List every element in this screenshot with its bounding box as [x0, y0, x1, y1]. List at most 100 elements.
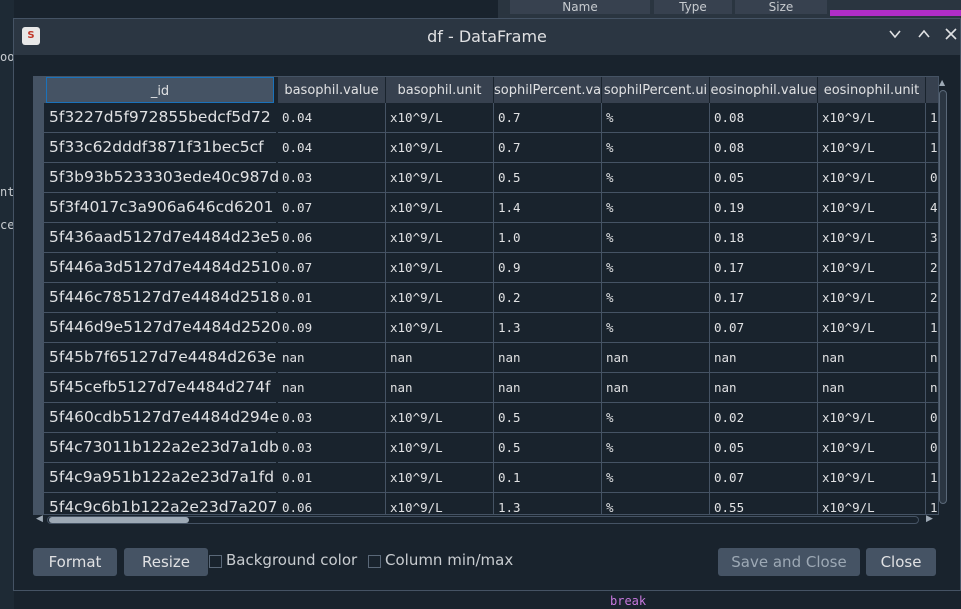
table-cell[interactable]: 0.03 — [278, 403, 386, 433]
table-cell[interactable]: 1.4 — [494, 193, 602, 223]
table-cell[interactable]: % — [602, 403, 710, 433]
table-cell[interactable]: 0.06 — [278, 493, 386, 514]
dataframe-table[interactable]: _id basophil.value basophil.unit sophilPer… — [33, 76, 939, 515]
table-cell[interactable]: 1.3 — [494, 313, 602, 343]
table-cell[interactable]: 0.05 — [710, 163, 818, 193]
index-row[interactable]: 5f45b7f65127d7e4484d263e — [34, 343, 276, 373]
table-cell[interactable]: x10^9/L — [818, 433, 926, 463]
scroll-up-icon[interactable]: ▲ — [939, 78, 945, 87]
table-cell[interactable]: nan — [494, 373, 602, 403]
table-cell[interactable]: nan — [386, 373, 494, 403]
row-header-stub[interactable] — [34, 373, 44, 402]
row-header-stub[interactable] — [34, 253, 44, 282]
table-cell[interactable]: % — [602, 313, 710, 343]
index-row[interactable]: 5f3b93b5233303ede40c987d — [34, 163, 279, 193]
table-cell[interactable]: 0.9 — [494, 253, 602, 283]
table-cell[interactable]: nan — [278, 373, 386, 403]
row-header-stub[interactable] — [34, 433, 44, 462]
index-row[interactable]: 5f4c9a951b122a2e23d7a1fd — [34, 463, 276, 493]
table-cell[interactable]: 0.07 — [710, 313, 818, 343]
table-cell[interactable]: 0.03 — [278, 163, 386, 193]
table-cell[interactable]: 0.7 — [494, 133, 602, 163]
row-header-stub[interactable] — [34, 493, 44, 514]
row-header-stub[interactable] — [34, 283, 44, 312]
table-cell[interactable]: 0.7 — [494, 103, 602, 133]
index-header[interactable]: _id — [46, 77, 274, 103]
table-cell[interactable]: x10^9/L — [818, 103, 926, 133]
table-cell[interactable]: nan — [494, 343, 602, 373]
table-cell[interactable]: x10^9/L — [386, 133, 494, 163]
background-color-label[interactable]: Background color — [226, 551, 357, 569]
chevron-up-icon[interactable] — [913, 26, 935, 48]
table-cell[interactable]: 0.19 — [710, 193, 818, 223]
table-cell[interactable]: x10^9/L — [386, 493, 494, 514]
table-cell[interactable]: 0.5 — [494, 403, 602, 433]
table-cell[interactable]: x10^9/L — [386, 163, 494, 193]
table-cell[interactable]: x10^9/L — [818, 133, 926, 163]
column-minmax-label[interactable]: Column min/max — [385, 551, 513, 569]
table-cell[interactable]: nan — [386, 343, 494, 373]
row-header-stub[interactable] — [34, 133, 44, 162]
save-and-close-button[interactable]: Save and Close — [718, 548, 860, 576]
table-cell[interactable]: nan — [710, 343, 818, 373]
table-cell[interactable]: nan — [602, 373, 710, 403]
scroll-left-icon[interactable]: ◀ — [36, 514, 43, 524]
vertical-scroll-thumb[interactable] — [939, 90, 947, 504]
horizontal-scrollbar[interactable]: ◀ ▶ — [33, 514, 937, 526]
table-cell[interactable]: x10^9/L — [386, 463, 494, 493]
row-header-stub[interactable] — [34, 223, 44, 252]
table-cell[interactable]: x10^9/L — [818, 223, 926, 253]
table-cell[interactable]: 0.07 — [710, 463, 818, 493]
index-row[interactable]: 5f45cefb5127d7e4484d274f — [34, 373, 276, 403]
table-cell[interactable]: x10^9/L — [818, 163, 926, 193]
column-header[interactable]: sophilPercent.ui — [602, 77, 710, 103]
table-cell[interactable]: % — [602, 433, 710, 463]
table-cell[interactable]: 0.17 — [710, 253, 818, 283]
index-row[interactable]: 5f460cdb5127d7e4484d294e — [34, 403, 279, 433]
row-header-stub[interactable] — [34, 403, 44, 432]
table-cell[interactable]: x10^9/L — [818, 313, 926, 343]
table-cell[interactable]: 0.03 — [278, 433, 386, 463]
table-cell[interactable]: % — [602, 223, 710, 253]
column-header[interactable]: basophil.unit — [386, 77, 494, 103]
table-cell[interactable]: x10^9/L — [386, 403, 494, 433]
close-button[interactable]: Close — [866, 548, 936, 576]
row-header-stub[interactable] — [34, 103, 44, 132]
table-cell[interactable]: nan — [710, 373, 818, 403]
table-cell[interactable]: 1.0 — [494, 223, 602, 253]
table-cell[interactable]: 0.07 — [278, 253, 386, 283]
title-bar[interactable]: S df - DataFrame — [14, 19, 960, 55]
table-cell[interactable]: % — [602, 103, 710, 133]
table-cell[interactable]: x10^9/L — [386, 103, 494, 133]
chevron-down-icon[interactable] — [884, 26, 906, 48]
row-header-stub[interactable] — [34, 463, 44, 492]
table-cell[interactable]: % — [602, 493, 710, 514]
column-header[interactable]: eosinophil.value — [710, 77, 818, 103]
table-cell[interactable]: x10^9/L — [386, 313, 494, 343]
table-cell[interactable]: x10^9/L — [818, 253, 926, 283]
table-cell[interactable]: 0.5 — [494, 433, 602, 463]
table-cell[interactable]: % — [602, 463, 710, 493]
table-cell[interactable]: x10^9/L — [386, 223, 494, 253]
index-row[interactable]: 5f4c9c6b1b122a2e23d7a207 — [34, 493, 277, 514]
column-minmax-checkbox[interactable] — [368, 555, 381, 568]
index-row[interactable]: 5f3227d5f972855bedcf5d72 — [34, 103, 276, 133]
table-corner[interactable] — [34, 77, 46, 103]
table-cell[interactable]: 0.01 — [278, 283, 386, 313]
table-cell[interactable]: nan — [818, 343, 926, 373]
table-cell[interactable]: 0.06 — [278, 223, 386, 253]
table-cell[interactable]: 0.01 — [278, 463, 386, 493]
table-cell[interactable]: x10^9/L — [386, 193, 494, 223]
table-cell[interactable]: 0.07 — [278, 193, 386, 223]
format-button[interactable]: Format — [33, 548, 117, 576]
table-cell[interactable]: x10^9/L — [818, 283, 926, 313]
row-header-stub[interactable] — [34, 313, 44, 342]
close-icon[interactable] — [940, 26, 961, 48]
table-cell[interactable]: % — [602, 163, 710, 193]
index-row[interactable]: 5f446d9e5127d7e4484d2520 — [34, 313, 281, 343]
row-header-stub[interactable] — [34, 193, 44, 222]
table-cell[interactable]: x10^9/L — [818, 463, 926, 493]
background-color-checkbox[interactable] — [209, 555, 222, 568]
table-cell[interactable]: 0.17 — [710, 283, 818, 313]
column-header[interactable]: basophil.value — [278, 77, 386, 103]
